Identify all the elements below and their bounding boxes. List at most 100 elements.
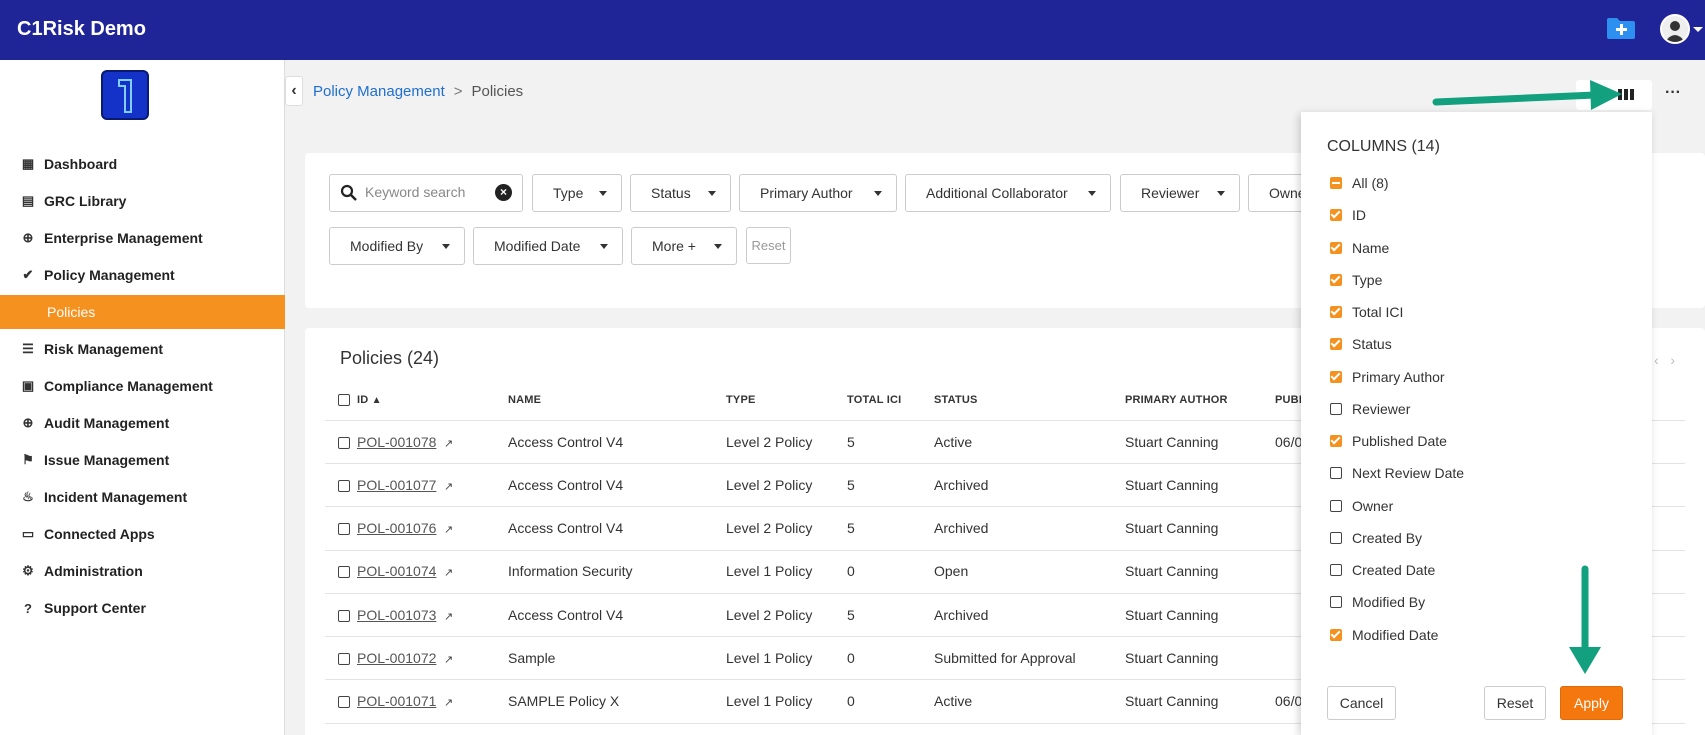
policy-id-link[interactable]: POL-001076 xyxy=(357,520,436,536)
sidebar-item-audit-management[interactable]: ⊕ Audit Management xyxy=(0,406,285,440)
header-name[interactable]: NAME xyxy=(508,394,541,406)
filter-modified-date[interactable]: Modified Date xyxy=(473,227,623,265)
row-checkbox[interactable] xyxy=(338,523,350,535)
column-option-owner[interactable]: Owner xyxy=(1330,496,1393,516)
collapse-sidebar-button[interactable]: ‹ xyxy=(285,76,303,106)
checkbox-unchecked[interactable] xyxy=(1330,403,1342,415)
user-avatar[interactable] xyxy=(1660,14,1690,44)
pager[interactable]: ‹ › xyxy=(1654,352,1675,368)
external-link-icon[interactable]: ↗ xyxy=(444,566,453,579)
sidebar-item-risk-management[interactable]: ☰ Risk Management xyxy=(0,332,285,366)
reset-button[interactable]: Reset xyxy=(1484,686,1546,720)
header-primary-author[interactable]: PRIMARY AUTHOR xyxy=(1125,394,1228,406)
row-checkbox[interactable] xyxy=(338,610,350,622)
checkbox-checked[interactable] xyxy=(1330,274,1342,286)
sidebar-item-issue-management[interactable]: ⚑ Issue Management xyxy=(0,443,285,477)
header-total-ici[interactable]: TOTAL ICI xyxy=(847,394,901,406)
row-checkbox[interactable] xyxy=(338,653,350,665)
sidebar-item-dashboard[interactable]: ▦ Dashboard xyxy=(0,147,285,181)
sidebar-item-support-center[interactable]: ? Support Center xyxy=(0,591,285,625)
external-link-icon[interactable]: ↗ xyxy=(444,437,453,450)
filter-type[interactable]: Type xyxy=(532,174,622,212)
header-id[interactable]: ID ▲ xyxy=(357,394,382,406)
sidebar-item-enterprise-management[interactable]: ⊕ Enterprise Management xyxy=(0,221,285,255)
row-checkbox[interactable] xyxy=(338,437,350,449)
clear-search-icon[interactable]: × xyxy=(495,184,512,201)
policy-author: Stuart Canning xyxy=(1125,650,1219,666)
external-link-icon[interactable]: ↗ xyxy=(444,523,453,536)
crosshair-icon: ⊕ xyxy=(22,415,34,430)
checkbox-unchecked[interactable] xyxy=(1330,500,1342,512)
row-checkbox[interactable] xyxy=(338,480,350,492)
external-link-icon[interactable]: ↗ xyxy=(444,480,453,493)
cancel-button[interactable]: Cancel xyxy=(1327,686,1396,720)
filter-label: Reviewer xyxy=(1141,185,1200,201)
column-option-name[interactable]: Name xyxy=(1330,238,1389,258)
chevron-down-icon[interactable] xyxy=(1693,27,1703,32)
sidebar-item-policy-management[interactable]: ✔ Policy Management xyxy=(0,258,285,292)
external-link-icon[interactable]: ↗ xyxy=(444,653,453,666)
checkbox-checked[interactable] xyxy=(1330,435,1342,447)
chevron-right-icon[interactable]: › xyxy=(1670,352,1675,368)
columns-button[interactable] xyxy=(1576,80,1652,110)
policy-status: Archived xyxy=(934,520,989,536)
breadcrumb-policy-management[interactable]: Policy Management xyxy=(313,83,445,100)
checkbox-partial[interactable] xyxy=(1330,177,1342,189)
checkbox-checked[interactable] xyxy=(1330,629,1342,641)
column-option-modified-date[interactable]: Modified Date xyxy=(1330,625,1438,645)
column-option-all[interactable]: All (8) xyxy=(1330,173,1389,193)
row-checkbox[interactable] xyxy=(338,696,350,708)
apply-button[interactable]: Apply xyxy=(1560,686,1623,720)
column-option-published-date[interactable]: Published Date xyxy=(1330,431,1447,451)
column-option-type[interactable]: Type xyxy=(1330,270,1382,290)
checkbox-unchecked[interactable] xyxy=(1330,532,1342,544)
column-option-created-by[interactable]: Created By xyxy=(1330,528,1422,548)
filter-reviewer[interactable]: Reviewer xyxy=(1120,174,1240,212)
external-link-icon[interactable]: ↗ xyxy=(444,610,453,623)
policy-id-link[interactable]: POL-001072 xyxy=(357,650,436,666)
external-link-icon[interactable]: ↗ xyxy=(444,696,453,709)
filters-reset-button[interactable]: Reset xyxy=(746,227,791,264)
filter-modified-by[interactable]: Modified By xyxy=(329,227,465,265)
header-status[interactable]: STATUS xyxy=(934,394,978,406)
policy-id-link[interactable]: POL-001073 xyxy=(357,607,436,623)
policy-id-link[interactable]: POL-001074 xyxy=(357,563,436,579)
filter-additional-collaborator[interactable]: Additional Collaborator xyxy=(905,174,1111,212)
chevron-left-icon[interactable]: ‹ xyxy=(1654,352,1659,368)
sidebar-item-connected-apps[interactable]: ▭ Connected Apps xyxy=(0,517,285,551)
header-type[interactable]: TYPE xyxy=(726,394,756,406)
column-option-status[interactable]: Status xyxy=(1330,334,1392,354)
column-option-total-ici[interactable]: Total ICI xyxy=(1330,302,1403,322)
sidebar-item-grc-library[interactable]: ▤ GRC Library xyxy=(0,184,285,218)
checkbox-unchecked[interactable] xyxy=(1330,564,1342,576)
sidebar-item-administration[interactable]: ⚙ Administration xyxy=(0,554,285,588)
checkbox-checked[interactable] xyxy=(1330,338,1342,350)
sidebar-item-compliance-management[interactable]: ▣ Compliance Management xyxy=(0,369,285,403)
sidebar-item-policies[interactable]: Policies xyxy=(0,295,285,329)
column-option-modified-by[interactable]: Modified By xyxy=(1330,592,1425,612)
column-option-created-date[interactable]: Created Date xyxy=(1330,560,1435,580)
policy-id-link[interactable]: POL-001078 xyxy=(357,434,436,450)
policy-id-link[interactable]: POL-001077 xyxy=(357,477,436,493)
column-option-reviewer[interactable]: Reviewer xyxy=(1330,399,1410,419)
checkbox-checked[interactable] xyxy=(1330,242,1342,254)
filter-owner[interactable]: Owne xyxy=(1248,174,1308,212)
column-option-next-review-date[interactable]: Next Review Date xyxy=(1330,463,1464,483)
column-option-primary-author[interactable]: Primary Author xyxy=(1330,367,1445,387)
filter-primary-author[interactable]: Primary Author xyxy=(739,174,897,212)
checkbox-checked[interactable] xyxy=(1330,306,1342,318)
policy-id-link[interactable]: POL-001071 xyxy=(357,693,436,709)
more-options-icon[interactable]: ··· xyxy=(1665,84,1681,102)
checkbox-unchecked[interactable] xyxy=(1330,467,1342,479)
row-checkbox[interactable] xyxy=(338,566,350,578)
filter-status[interactable]: Status xyxy=(630,174,731,212)
filter-more[interactable]: More + xyxy=(631,227,737,265)
new-folder-icon[interactable] xyxy=(1606,16,1636,40)
checkbox-checked[interactable] xyxy=(1330,371,1342,383)
checkbox-checked[interactable] xyxy=(1330,209,1342,221)
column-option-id[interactable]: ID xyxy=(1330,205,1366,225)
sidebar-item-incident-management[interactable]: ♨ Incident Management xyxy=(0,480,285,514)
checkbox-unchecked[interactable] xyxy=(1330,596,1342,608)
search-input[interactable] xyxy=(365,184,485,200)
select-all-checkbox[interactable] xyxy=(338,394,350,406)
